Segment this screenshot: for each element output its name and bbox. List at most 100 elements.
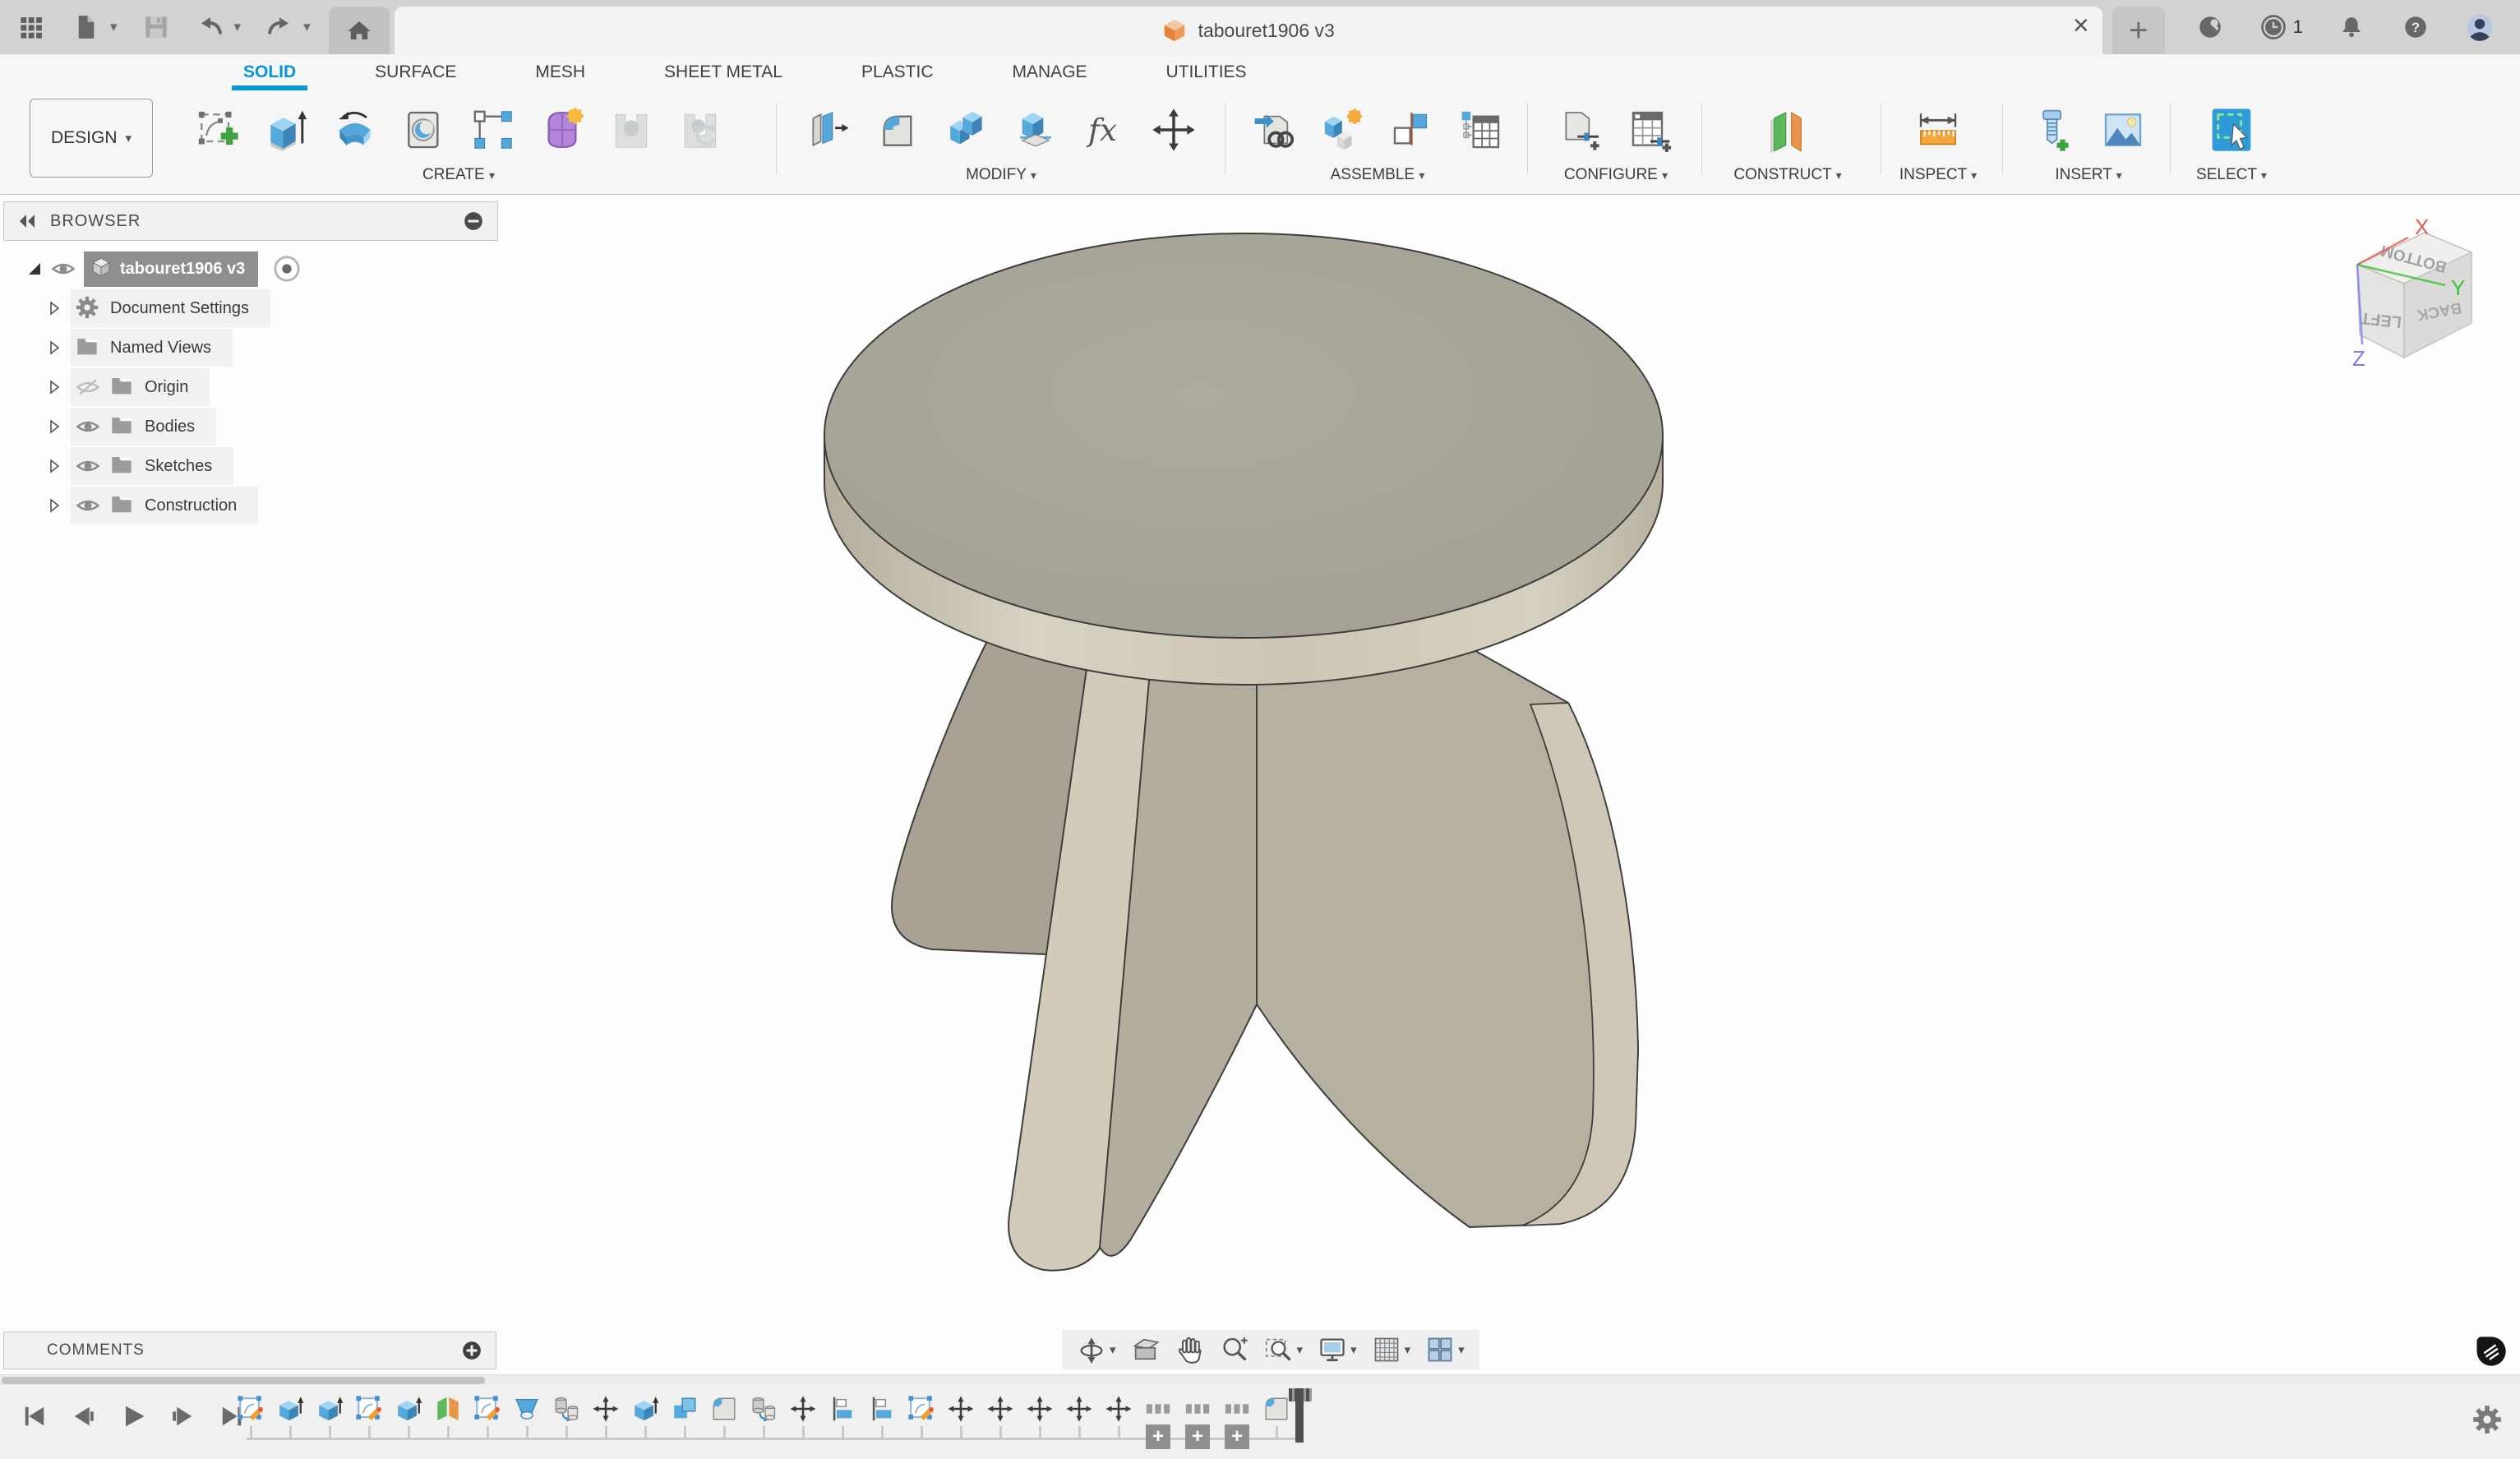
visibility-eye-icon[interactable] (76, 454, 100, 478)
notifications-bell-icon[interactable] (2336, 12, 2367, 43)
timeline-feature-move-22[interactable] (1065, 1395, 1093, 1449)
grid-snaps-tool[interactable]: ▾ (1367, 1332, 1416, 1368)
zoom-tool[interactable] (1215, 1332, 1254, 1368)
caret-down-icon[interactable]: ▾ (1110, 1342, 1116, 1357)
expand-triangle-icon[interactable] (46, 339, 62, 356)
document-tab[interactable]: tabouret1906 v3 × (395, 7, 2102, 54)
expand-triangle-icon[interactable] (26, 261, 43, 277)
new-component-icon[interactable] (1319, 104, 1367, 156)
tab-surface[interactable]: SURFACE (375, 54, 456, 90)
activate-component-radio[interactable] (273, 255, 301, 283)
insert-design-icon[interactable] (1250, 104, 1298, 156)
expand-triangle-icon[interactable] (46, 458, 62, 474)
timeline-feature-sketch-1[interactable] (237, 1395, 265, 1449)
toolbar-group-label-inspect[interactable]: INSPECT ▾ (1890, 166, 1986, 189)
tab-manage[interactable]: MANAGE (1013, 54, 1087, 90)
browser-item-sketches[interactable]: Sketches (3, 446, 498, 486)
step-forward-button[interactable] (168, 1401, 197, 1431)
pattern-icon[interactable] (469, 104, 517, 156)
step-back-button[interactable] (69, 1401, 99, 1431)
visibility-eye-icon[interactable] (76, 414, 100, 439)
form-icon[interactable] (538, 104, 586, 156)
browser-item-construction[interactable]: Construction (3, 486, 498, 525)
timeline-feature-group-26[interactable]: + (1223, 1395, 1251, 1449)
browser-item-document-settings[interactable]: Document Settings (3, 289, 498, 328)
expand-group-badge[interactable]: + (1185, 1424, 1210, 1449)
timeline-playhead[interactable] (1295, 1388, 1304, 1443)
model-viewport[interactable]: BOTTOM LEFT BACK X Y Z BROWSER tabouret1… (0, 195, 2520, 1374)
timeline-feature-extrude-3[interactable] (316, 1395, 344, 1449)
play-button[interactable] (118, 1401, 148, 1431)
timeline-feature-fillet-27[interactable] (1262, 1395, 1290, 1449)
undo-icon[interactable] (195, 12, 226, 43)
configuration-table-icon[interactable] (1627, 104, 1674, 156)
timeline-feature-loft-8[interactable] (513, 1395, 541, 1449)
viewports-tool[interactable]: ▾ (1420, 1332, 1470, 1368)
app-grid-icon[interactable] (16, 12, 48, 43)
feedback-chat-icon[interactable] (2472, 1333, 2508, 1369)
timeline-feature-fillet-13[interactable] (710, 1395, 738, 1449)
bom-icon[interactable] (1457, 104, 1505, 156)
comments-bar[interactable]: COMMENTS (3, 1332, 496, 1369)
timeline-feature-move-19[interactable] (947, 1395, 975, 1449)
browser-item-named-views[interactable]: Named Views (3, 328, 498, 367)
browser-minimize-icon[interactable] (463, 210, 484, 232)
tab-solid[interactable]: SOLID (243, 54, 296, 90)
revolve-icon[interactable] (331, 104, 379, 156)
timeline-feature-group-24[interactable]: + (1144, 1395, 1172, 1449)
move-icon[interactable] (1150, 104, 1198, 156)
timeline-feature-extrude-11[interactable] (631, 1395, 659, 1449)
timeline-feature-sketch-18[interactable] (907, 1395, 935, 1449)
timeline-scrollbar-thumb[interactable] (2, 1377, 485, 1384)
expand-triangle-icon[interactable] (46, 418, 62, 435)
hole-icon[interactable] (400, 104, 448, 156)
toolbar-group-label-configure[interactable]: CONFIGURE ▾ (1535, 166, 1696, 189)
timeline-feature-extrude-5[interactable] (395, 1395, 422, 1449)
browser-root-row[interactable]: tabouret1906 v3 (3, 249, 498, 289)
browser-item-origin[interactable]: Origin (3, 367, 498, 407)
toolbar-group-label-construct[interactable]: CONSTRUCT ▾ (1711, 166, 1864, 189)
visibility-eye-icon[interactable] (76, 493, 100, 518)
browser-item-bodies[interactable]: Bodies (3, 407, 498, 446)
collapse-panel-icon[interactable] (17, 211, 37, 231)
orbit-tool[interactable]: ▾ (1072, 1332, 1121, 1368)
help-icon[interactable]: ? (2400, 12, 2431, 43)
tab-sheet-metal[interactable]: SHEET METAL (664, 54, 782, 90)
expand-triangle-icon[interactable] (46, 300, 62, 316)
zoom-window-tool[interactable]: ▾ (1259, 1332, 1308, 1368)
timeline-feature-copy-9[interactable] (552, 1395, 580, 1449)
timeline-settings-gear-icon[interactable] (2472, 1405, 2502, 1434)
timeline-feature-sketch-4[interactable] (355, 1395, 383, 1449)
visibility-eye-icon[interactable] (51, 256, 76, 281)
measure-icon[interactable] (1914, 104, 1962, 156)
file-menu-caret-icon[interactable]: ▾ (110, 19, 118, 35)
timeline-feature-group-25[interactable]: + (1184, 1395, 1212, 1449)
offset-face-icon[interactable] (1012, 104, 1059, 156)
combine-icon[interactable] (943, 104, 990, 156)
select-icon[interactable] (2208, 104, 2255, 156)
save-icon[interactable] (141, 12, 172, 43)
look-at-tool[interactable] (1126, 1332, 1165, 1368)
redo-caret-icon[interactable]: ▾ (303, 19, 311, 35)
expand-group-badge[interactable]: + (1225, 1424, 1249, 1449)
expand-triangle-icon[interactable] (46, 497, 62, 514)
pan-tool[interactable] (1170, 1332, 1210, 1368)
timeline-feature-move-10[interactable] (592, 1395, 620, 1449)
browser-header[interactable]: BROWSER (3, 201, 498, 241)
job-status[interactable]: 1 (2259, 12, 2303, 42)
timeline-scrollbar[interactable] (0, 1374, 2520, 1385)
create-sketch-icon[interactable] (193, 104, 241, 156)
caret-down-icon[interactable]: ▾ (1297, 1342, 1304, 1357)
timeline-feature-move-20[interactable] (986, 1395, 1014, 1449)
stool-model[interactable] (824, 233, 1663, 1271)
toolbar-group-label-assemble[interactable]: ASSEMBLE ▾ (1233, 166, 1522, 189)
workspace-selector[interactable]: DESIGN ▾ (30, 99, 153, 178)
joint-icon[interactable] (1388, 104, 1436, 156)
close-tab-icon[interactable]: × (2073, 12, 2089, 39)
caret-down-icon[interactable]: ▾ (1350, 1342, 1357, 1357)
timeline-feature-copy-14[interactable] (750, 1395, 778, 1449)
caret-down-icon[interactable]: ▾ (1405, 1342, 1411, 1357)
construction-plane-icon[interactable] (1764, 104, 1812, 156)
stool-leg-front-right[interactable] (1257, 629, 1638, 1227)
extensions-icon[interactable] (2195, 12, 2226, 43)
